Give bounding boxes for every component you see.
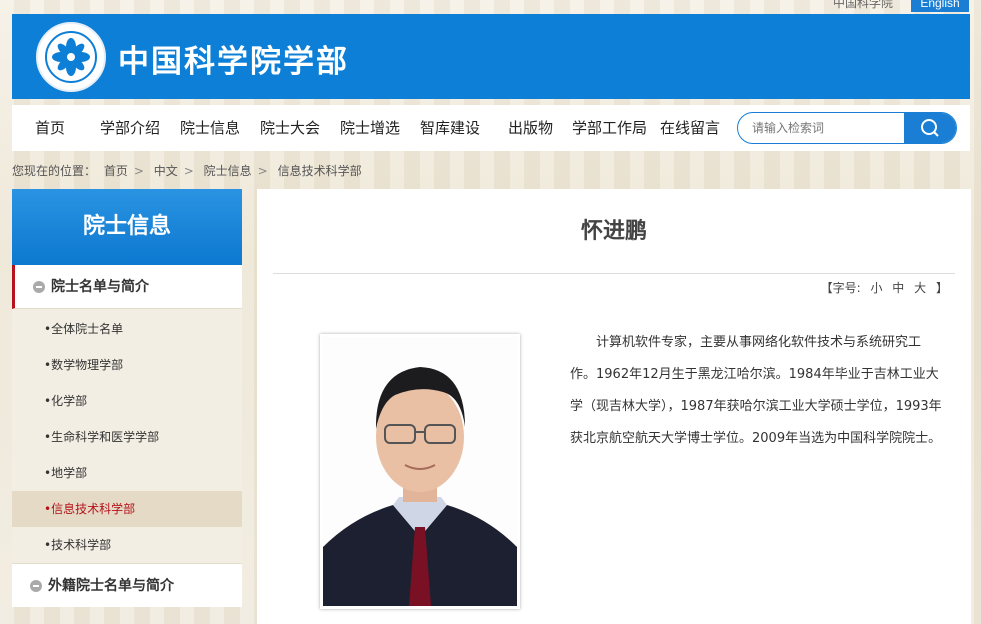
site-title[interactable]: 中国科学院学部 xyxy=(118,36,349,81)
sidebar-item-tech-science[interactable]: •技术科学部 xyxy=(12,527,242,563)
breadcrumb-sep: > xyxy=(257,164,268,178)
sidebar: 院士信息 院士名单与简介 •全体院士名单 •数学物理学部 •化学部 •生命科学和… xyxy=(12,189,242,624)
cas-logo[interactable] xyxy=(36,22,106,92)
flower-icon xyxy=(52,38,90,76)
article-body: 计算机软件专家，主要从事网络化软件技术与系统研究工作。1962年12月生于黑龙江… xyxy=(570,335,942,446)
sidebar-section-members[interactable]: 院士名单与简介 xyxy=(12,265,242,309)
collapse-icon xyxy=(33,281,45,293)
site-banner: 中国科学院学部 xyxy=(12,14,970,99)
sidebar-item-math-physics[interactable]: •数学物理学部 xyxy=(12,347,242,383)
cas-logo-ring xyxy=(45,31,97,83)
breadcrumb-home[interactable]: 首页 xyxy=(104,164,128,178)
font-size-close: 】 xyxy=(935,281,948,295)
sidebar-section-label: 院士名单与简介 xyxy=(51,279,149,295)
font-size-label: 【字号: xyxy=(820,281,861,295)
breadcrumb-prefix: 您现在的位置： xyxy=(12,164,97,178)
font-small-button[interactable]: 小 xyxy=(870,281,882,295)
breadcrumb-members[interactable]: 院士信息 xyxy=(204,164,252,178)
nav-election[interactable]: 院士增选 xyxy=(340,105,400,151)
font-medium-button[interactable]: 中 xyxy=(892,281,904,295)
search-button[interactable] xyxy=(904,113,956,143)
breadcrumb-sep: > xyxy=(183,164,194,178)
font-large-button[interactable]: 大 xyxy=(914,281,926,295)
breadcrumb-cn[interactable]: 中文 xyxy=(154,164,178,178)
sidebar-title: 院士信息 xyxy=(12,189,242,265)
collapse-icon xyxy=(30,580,42,592)
sidebar-sublist: •全体院士名单 •数学物理学部 •化学部 •生命科学和医学学部 •地学部 •信息… xyxy=(12,309,242,563)
sidebar-section-label: 外籍院士名单与简介 xyxy=(48,578,174,594)
sidebar-item-info-tech[interactable]: •信息技术科学部 xyxy=(12,491,242,527)
sidebar-section-foreign[interactable]: 外籍院士名单与简介 xyxy=(12,563,242,607)
nav-thinktank[interactable]: 智库建设 xyxy=(420,105,480,151)
nav-about[interactable]: 学部介绍 xyxy=(100,105,160,151)
search-input[interactable] xyxy=(738,113,920,143)
nav-bureau[interactable]: 学部工作局 xyxy=(572,105,647,151)
portrait-image xyxy=(323,337,517,606)
search-box xyxy=(737,112,957,144)
search-icon xyxy=(921,119,939,137)
lang-english-button[interactable]: English xyxy=(911,0,969,12)
article-title: 怀进鹏 xyxy=(580,219,647,244)
nav-home[interactable]: 首页 xyxy=(35,105,65,151)
portrait-photo xyxy=(320,334,520,609)
main-nav: 首页 学部介绍 院士信息 院士大会 院士增选 智库建设 出版物 学部工作局 在线… xyxy=(12,105,970,151)
nav-message[interactable]: 在线留言 xyxy=(660,105,720,151)
sidebar-item-chemistry[interactable]: •化学部 xyxy=(12,383,242,419)
article-panel: 怀进鹏 【字号: 小 中 大 】 计算机软件专家，主要从事网络化软件技术与系统研… xyxy=(257,189,971,624)
font-size-control: 【字号: 小 中 大 】 xyxy=(818,279,951,296)
top-strip: 中国科学院 English xyxy=(0,0,981,14)
breadcrumb: 您现在的位置： 首页 > 中文 > 院士信息 > 信息技术科学部 xyxy=(12,162,366,179)
breadcrumb-sep: > xyxy=(133,164,144,178)
nav-assembly[interactable]: 院士大会 xyxy=(260,105,320,151)
sidebar-item-earth[interactable]: •地学部 xyxy=(12,455,242,491)
nav-members[interactable]: 院士信息 xyxy=(180,105,240,151)
divider xyxy=(273,273,955,274)
nav-publications[interactable]: 出版物 xyxy=(508,105,553,151)
sidebar-item-life-medicine[interactable]: •生命科学和医学学部 xyxy=(12,419,242,455)
lang-chinese-link[interactable]: 中国科学院 xyxy=(833,0,893,11)
breadcrumb-current[interactable]: 信息技术科学部 xyxy=(278,164,362,178)
sidebar-item-all[interactable]: •全体院士名单 xyxy=(12,311,242,347)
